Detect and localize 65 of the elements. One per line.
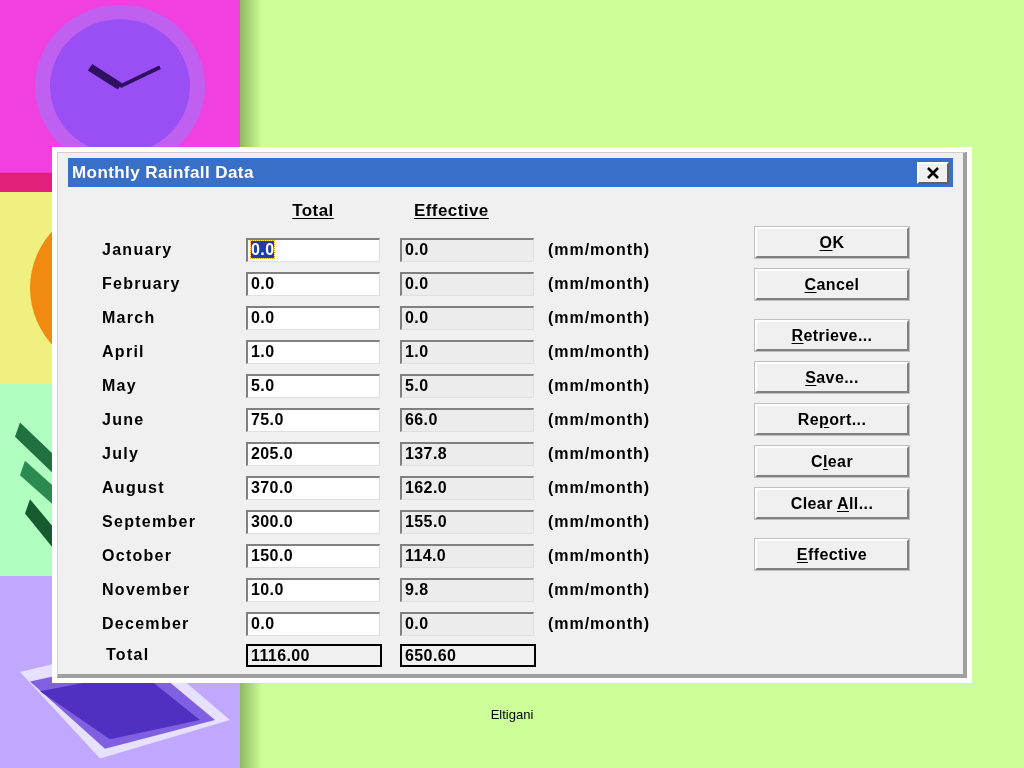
unit-label: (mm/month) <box>548 512 651 532</box>
effective-field: 0.0 <box>400 612 534 636</box>
unit-label: (mm/month) <box>548 240 651 260</box>
total-input[interactable]: 0.0 <box>246 306 380 330</box>
month-label: May <box>102 376 138 396</box>
column-header: Total <box>291 200 335 222</box>
effective-field: 1.0 <box>400 340 534 364</box>
effective-sum-field: 650.60 <box>400 643 536 667</box>
total-input[interactable]: 75.0 <box>246 408 380 432</box>
month-label: January <box>102 240 174 260</box>
effective-field: 66.0 <box>400 408 534 432</box>
dialog-button[interactable]: Clear <box>755 446 909 477</box>
unit-label: (mm/month) <box>548 410 651 430</box>
dialog-button[interactable]: Effective <box>755 539 909 570</box>
unit-label: (mm/month) <box>548 580 651 600</box>
dialog-button[interactable]: Retrieve... <box>755 320 909 351</box>
effective-field: 114.0 <box>400 544 534 568</box>
month-label: March <box>102 308 157 328</box>
dialog-button[interactable]: Report... <box>755 404 909 435</box>
unit-label: (mm/month) <box>548 444 651 464</box>
month-label: November <box>102 580 192 600</box>
month-label: October <box>102 546 174 566</box>
total-input[interactable]: 1.0 <box>246 340 380 364</box>
footer-text: Eltigani <box>490 705 534 724</box>
month-label: August <box>102 478 166 498</box>
month-label: June <box>102 410 146 430</box>
total-sum-field: 1116.00 <box>246 643 382 667</box>
effective-field: 155.0 <box>400 510 534 534</box>
total-input[interactable]: 0.0 <box>246 238 380 262</box>
total-label: Total <box>105 645 151 665</box>
dialog-button[interactable]: OK <box>755 227 909 258</box>
total-input[interactable]: 205.0 <box>246 442 380 466</box>
column-header: Effective <box>414 200 489 222</box>
unit-label: (mm/month) <box>548 274 651 294</box>
effective-field: 0.0 <box>400 238 534 262</box>
month-label: February <box>102 274 182 294</box>
unit-label: (mm/month) <box>548 478 651 498</box>
month-label: April <box>102 342 146 362</box>
effective-field: 0.0 <box>400 306 534 330</box>
total-input[interactable]: 370.0 <box>246 476 380 500</box>
total-input[interactable]: 300.0 <box>246 510 380 534</box>
month-label: September <box>102 512 198 532</box>
dialog-button[interactable]: Clear All... <box>755 488 909 519</box>
total-input[interactable]: 10.0 <box>246 578 380 602</box>
month-label: July <box>102 444 141 464</box>
total-input[interactable]: 0.0 <box>246 612 380 636</box>
unit-label: (mm/month) <box>548 546 651 566</box>
effective-field: 137.8 <box>400 442 534 466</box>
total-input[interactable]: 5.0 <box>246 374 380 398</box>
dialog-button[interactable]: Save... <box>755 362 909 393</box>
effective-field: 5.0 <box>400 374 534 398</box>
total-input[interactable]: 0.0 <box>246 272 380 296</box>
dialog-button[interactable]: Cancel <box>755 269 909 300</box>
total-input[interactable]: 150.0 <box>246 544 380 568</box>
effective-field: 0.0 <box>400 272 534 296</box>
unit-label: (mm/month) <box>548 376 651 396</box>
unit-label: (mm/month) <box>548 342 651 362</box>
close-button[interactable] <box>917 161 949 184</box>
effective-field: 162.0 <box>400 476 534 500</box>
unit-label: (mm/month) <box>548 614 651 634</box>
effective-field: 9.8 <box>400 578 534 602</box>
window-title: Monthly Rainfall Data <box>72 161 254 184</box>
unit-label: (mm/month) <box>548 308 651 328</box>
close-icon <box>926 166 940 179</box>
month-label: December <box>102 614 191 634</box>
